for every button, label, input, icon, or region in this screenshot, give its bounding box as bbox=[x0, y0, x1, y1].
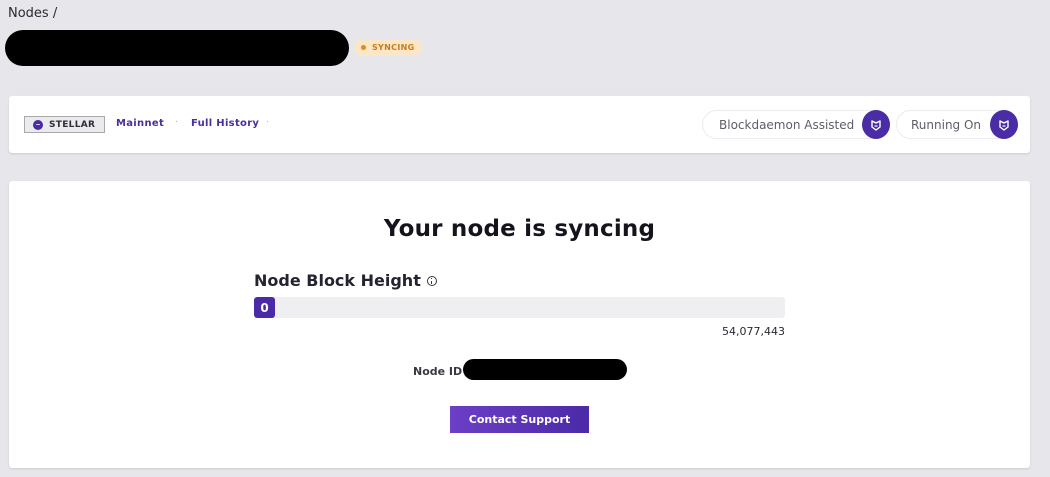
redacted-node-name bbox=[5, 30, 349, 66]
sync-status-card: Your node is syncing Node Block Height 0… bbox=[9, 181, 1030, 468]
redacted-node-id bbox=[463, 359, 627, 380]
protocol-chip: STELLAR bbox=[24, 116, 106, 133]
status-dot-icon bbox=[361, 45, 366, 50]
progress-fill: 0 bbox=[254, 297, 275, 318]
contact-support-button[interactable]: Contact Support bbox=[450, 406, 589, 433]
separator: · bbox=[175, 117, 179, 128]
assisted-label: Blockdaemon Assisted bbox=[719, 117, 855, 132]
block-height-label: Node Block Height bbox=[254, 271, 421, 290]
block-height-progress: 0 bbox=[254, 297, 785, 318]
sync-heading: Your node is syncing bbox=[383, 216, 656, 242]
running-on-pill[interactable]: Running On bbox=[896, 110, 1018, 139]
blockdaemon-logo-icon bbox=[990, 110, 1018, 139]
status-badge: SYNCING bbox=[354, 39, 423, 56]
node-type-link[interactable]: Full History bbox=[191, 118, 259, 129]
node-info-bar: STELLAR Mainnet · Full History · Blockda… bbox=[9, 96, 1030, 153]
node-id-label: Node ID bbox=[413, 365, 463, 378]
running-on-label: Running On bbox=[911, 117, 982, 132]
assisted-pill[interactable]: Blockdaemon Assisted bbox=[702, 110, 890, 139]
breadcrumb[interactable]: Nodes / bbox=[8, 6, 57, 21]
block-height-title: Node Block Height bbox=[254, 271, 437, 290]
network-link[interactable]: Mainnet bbox=[116, 118, 164, 129]
target-height-value: 54,077,443 bbox=[722, 325, 785, 338]
blockdaemon-logo-icon bbox=[862, 110, 890, 139]
status-badge-label: SYNCING bbox=[372, 43, 415, 52]
current-height-value: 0 bbox=[260, 300, 269, 315]
stellar-icon bbox=[33, 119, 43, 130]
info-icon[interactable] bbox=[426, 275, 437, 286]
protocol-label: STELLAR bbox=[49, 119, 96, 130]
separator: · bbox=[266, 117, 270, 128]
